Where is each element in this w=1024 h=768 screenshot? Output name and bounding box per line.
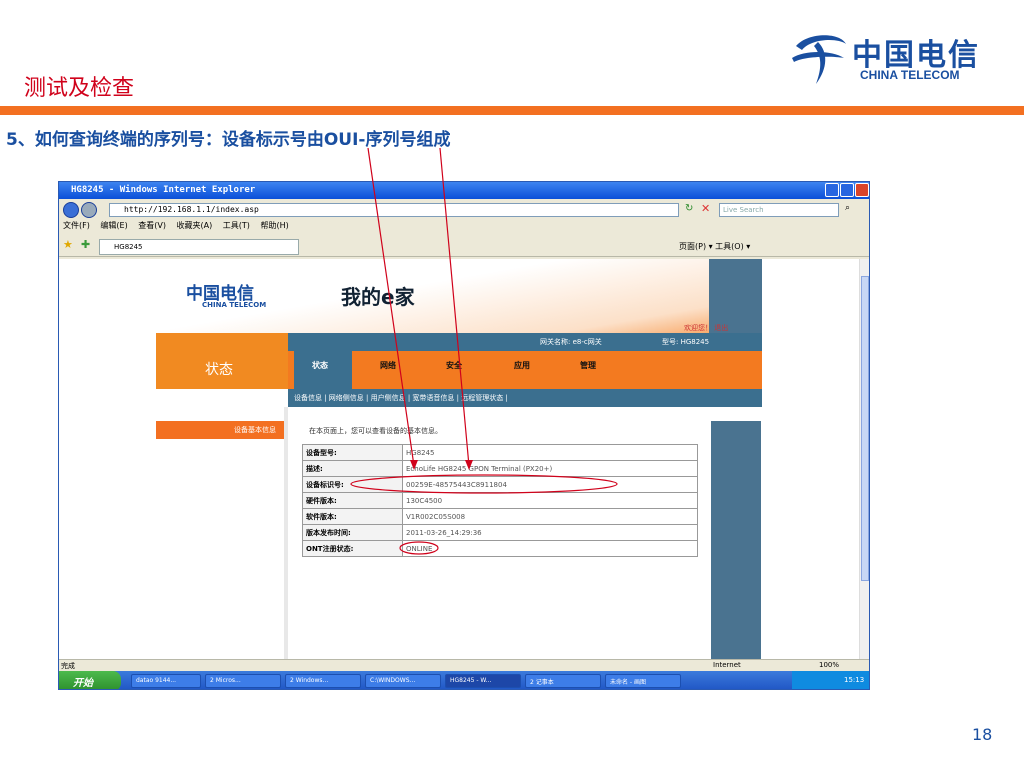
brand-title: 我的e家 [341, 285, 415, 309]
table-row: 版本发布时间: 2011-03-26_14:29:36 [302, 524, 698, 541]
china-telecom-logo: 中国电信 CHINA TELECOM [788, 28, 988, 88]
system-tray: 15:13 [792, 671, 869, 689]
row-value-status: ONLINE [402, 540, 698, 557]
row-value: EchoLife HG8245 GPON Terminal (PX20+) [402, 460, 698, 477]
table-row: ONT注册状态: ONLINE [302, 540, 698, 557]
logo-en-text: CHINA TELECOM [860, 68, 960, 82]
start-button[interactable]: 开始 [59, 671, 121, 689]
model-label: 型号: HG8245 [662, 338, 710, 346]
menu-help[interactable]: 帮助(H) [260, 221, 288, 230]
taskbar-item[interactable]: 2 Windows... [285, 674, 361, 688]
header-side-panel [709, 259, 762, 333]
taskbar-item-active[interactable]: HG8245 - W... [445, 674, 521, 688]
row-value: 2011-03-26_14:29:36 [402, 524, 698, 541]
minimize-button[interactable] [825, 183, 839, 197]
page-number: 18 [972, 725, 993, 744]
tab-status[interactable]: 状态 [312, 360, 328, 371]
taskbar-item[interactable]: 未命名 - 画图 [605, 674, 681, 688]
welcome-logout[interactable]: 欢迎您！ 退出 [684, 323, 728, 333]
row-label: 描述: [302, 460, 403, 477]
telecom-swirl-icon [792, 35, 846, 84]
page-viewport: 中国电信 CHINA TELECOM 我的e家 欢迎您！ 退出 状态 网关名称:… [59, 259, 859, 667]
row-label: 版本发布时间: [302, 524, 403, 541]
zoom-level[interactable]: 100% [819, 661, 839, 669]
table-row: 软件版本: V1R002C05S008 [302, 508, 698, 525]
command-bar[interactable]: 页面(P) ▾ 工具(O) ▾ [679, 241, 750, 252]
tab-management[interactable]: 管理 [580, 360, 596, 371]
close-button[interactable] [855, 183, 869, 197]
clock: 15:13 [844, 676, 865, 684]
search-icon[interactable]: ⌕ [845, 203, 850, 213]
site-header: 中国电信 CHINA TELECOM 我的e家 [156, 259, 762, 333]
zone-label: Internet [713, 661, 741, 669]
stop-icon[interactable]: ✕ [701, 202, 710, 215]
menu-file[interactable]: 文件(F) [63, 221, 90, 230]
row-label: ONT注册状态: [302, 540, 403, 557]
address-bar[interactable]: http://192.168.1.1/index.asp [109, 203, 679, 217]
browser-window: HG8245 - Windows Internet Explorer http:… [58, 181, 870, 690]
refresh-icon[interactable]: ↻ [685, 203, 693, 214]
device-info-table: 设备型号: HG8245 描述: EchoLife HG8245 GPON Term… [302, 444, 698, 557]
taskbar-item[interactable]: 2 记事本 [525, 674, 601, 688]
window-titlebar[interactable]: HG8245 - Windows Internet Explorer [59, 182, 869, 199]
table-row: 设备标识号: 00259E-48575443C8911804 [302, 476, 698, 493]
scrollbar-thumb[interactable] [861, 276, 869, 581]
forward-button[interactable] [81, 202, 97, 218]
table-row: 硬件版本: 130C4500 [302, 492, 698, 509]
page-intro: 在本页面上，您可以查看设备的基本信息。 [309, 427, 442, 435]
menu-favorites[interactable]: 收藏夹(A) [177, 221, 213, 230]
left-menu-device-info[interactable]: 设备基本信息 [156, 421, 284, 439]
search-input[interactable]: Live Search [719, 203, 839, 217]
maximize-button[interactable] [840, 183, 854, 197]
row-label: 硬件版本: [302, 492, 403, 509]
window-title: HG8245 - Windows Internet Explorer [71, 185, 256, 195]
menu-tools[interactable]: 工具(T) [223, 221, 250, 230]
status-text: 完成 [61, 662, 75, 670]
taskbar-item[interactable]: 2 Micros... [205, 674, 281, 688]
favorites-row: ★ ✚ HG8245 页面(P) ▾ 工具(O) ▾ [59, 235, 869, 257]
header-divider [0, 106, 1024, 115]
tab-application[interactable]: 应用 [514, 360, 530, 371]
right-panel [711, 421, 761, 661]
add-favorite-icon[interactable]: ✚ [81, 238, 90, 251]
sub-nav[interactable]: 设备信息 | 网络侧信息 | 用户侧信息 | 宽带语音信息 | 远程管理状态 | [288, 389, 762, 407]
row-label: 设备型号: [302, 444, 403, 461]
address-row: http://192.168.1.1/index.asp ↻ ✕ Live Se… [59, 200, 869, 220]
section-title: 状态 [205, 362, 233, 378]
back-button[interactable] [63, 202, 79, 218]
slide-title: 测试及检查 [24, 76, 135, 101]
table-row: 设备型号: HG8245 [302, 444, 698, 461]
left-divider [284, 407, 288, 667]
row-label: 软件版本: [302, 508, 403, 525]
taskbar-item[interactable]: datao 9144... [131, 674, 201, 688]
menu-bar: 文件(F) 编辑(E) 查看(V) 收藏夹(A) 工具(T) 帮助(H) [59, 220, 869, 234]
taskbar: 开始 datao 9144... 2 Micros... 2 Windows..… [59, 671, 869, 689]
site-logo-en: CHINA TELECOM [202, 301, 267, 309]
tab-security[interactable]: 安全 [446, 360, 462, 371]
row-label: 设备标识号: [302, 476, 403, 493]
gateway-name: 网关名称: e8-c网关 [540, 338, 602, 346]
table-row: 描述: EchoLife HG8245 GPON Terminal (PX20+) [302, 460, 698, 477]
gateway-info-bar: 网关名称: e8-c网关 型号: HG8245 [288, 333, 762, 351]
taskbar-item[interactable]: C:\WINDOWS... [365, 674, 441, 688]
menu-edit[interactable]: 编辑(E) [100, 221, 127, 230]
slide-subtitle: 5、如何查询终端的序列号：设备标示号由OUI-序列号组成 [6, 130, 451, 150]
tab-network[interactable]: 网络 [380, 360, 396, 371]
status-bar: 完成 Internet 100% [59, 659, 869, 671]
menu-view[interactable]: 查看(V) [138, 221, 166, 230]
main-nav: 状态 网络 安全 应用 管理 [288, 351, 762, 389]
tab-hg8245[interactable]: HG8245 [99, 239, 299, 255]
row-value: HG8245 [402, 444, 698, 461]
favorites-star-icon[interactable]: ★ [63, 238, 73, 251]
row-value: 130C4500 [402, 492, 698, 509]
row-value-serial: 00259E-48575443C8911804 [402, 476, 698, 493]
row-value: V1R002C05S008 [402, 508, 698, 525]
